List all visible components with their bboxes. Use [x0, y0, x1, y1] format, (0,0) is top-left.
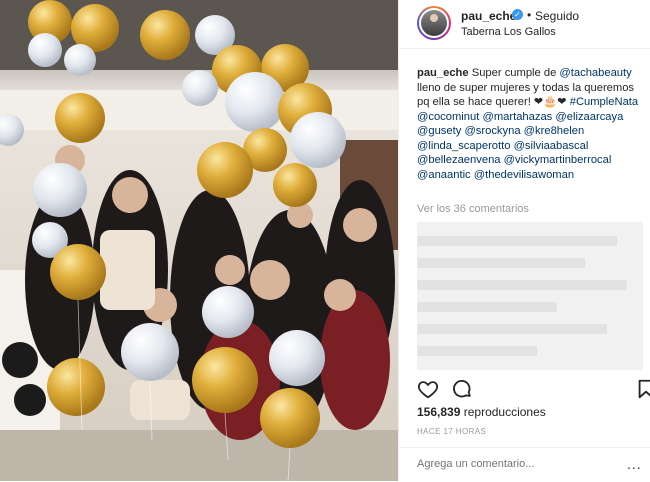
caption-tag-link[interactable]: @tachabeauty	[559, 67, 631, 79]
comments-blurred	[417, 222, 643, 370]
post-timestamp[interactable]: HACE 17 HORAS	[417, 427, 486, 436]
location-link[interactable]: Taberna Los Gallos	[461, 26, 556, 38]
caption-tag-link[interactable]: @vickymartinberrocal	[504, 154, 612, 166]
verified-badge-icon: ✓	[512, 9, 523, 20]
avatar[interactable]	[417, 6, 451, 40]
caption-tag-link[interactable]: @bellezaenvena	[417, 154, 501, 166]
follow-separator: •	[527, 8, 532, 22]
caption-tag-link[interactable]: #CumpleNata	[570, 96, 638, 108]
caption-text: Super cumple de	[468, 67, 560, 79]
post-video[interactable]	[0, 0, 398, 481]
caption-tag-link[interactable]: @gusety	[417, 125, 461, 137]
bookmark-icon[interactable]	[635, 378, 650, 400]
caption-tag-link[interactable]: @anaantic	[417, 169, 471, 181]
caption-tag-link[interactable]: @thedevilisawoman	[474, 169, 574, 181]
view-all-comments-link[interactable]: Ver los 36 comentarios	[417, 203, 529, 215]
comment-icon[interactable]	[451, 378, 473, 400]
more-options-icon[interactable]: ...	[627, 456, 642, 472]
caption-body: Super cumple de @tachabeauty lleno de su…	[417, 67, 638, 181]
post-actions	[399, 378, 650, 402]
post-details-panel: pau_eche ✓ • Seguido Taberna Los Gallos …	[398, 0, 650, 481]
post-caption: pau_eche Super cumple de @tachabeauty ll…	[417, 66, 643, 182]
caption-tag-link[interactable]: @srockyna	[464, 125, 520, 137]
follow-status-button[interactable]: Seguido	[535, 9, 579, 23]
caption-author-link[interactable]: pau_eche	[417, 67, 469, 79]
views-count: 156,839 reproducciones	[417, 405, 546, 419]
caption-tag-link[interactable]: @kre8helen	[524, 125, 585, 137]
caption-tag-link[interactable]: @linda_scaperotto	[417, 140, 510, 152]
username-link[interactable]: pau_eche	[461, 9, 516, 23]
caption-tag-link[interactable]: @martahazas	[482, 111, 552, 123]
comment-input[interactable]	[417, 458, 617, 470]
add-comment-bar: ...	[399, 447, 650, 482]
caption-tag-link[interactable]: @cocominut	[417, 111, 479, 123]
caption-tag-link[interactable]: @silviaabascal	[514, 140, 589, 152]
heart-icon[interactable]	[417, 378, 439, 400]
caption-tag-link[interactable]: @elizaarcaya	[555, 111, 623, 123]
post-header: pau_eche ✓ • Seguido Taberna Los Gallos	[399, 0, 650, 49]
